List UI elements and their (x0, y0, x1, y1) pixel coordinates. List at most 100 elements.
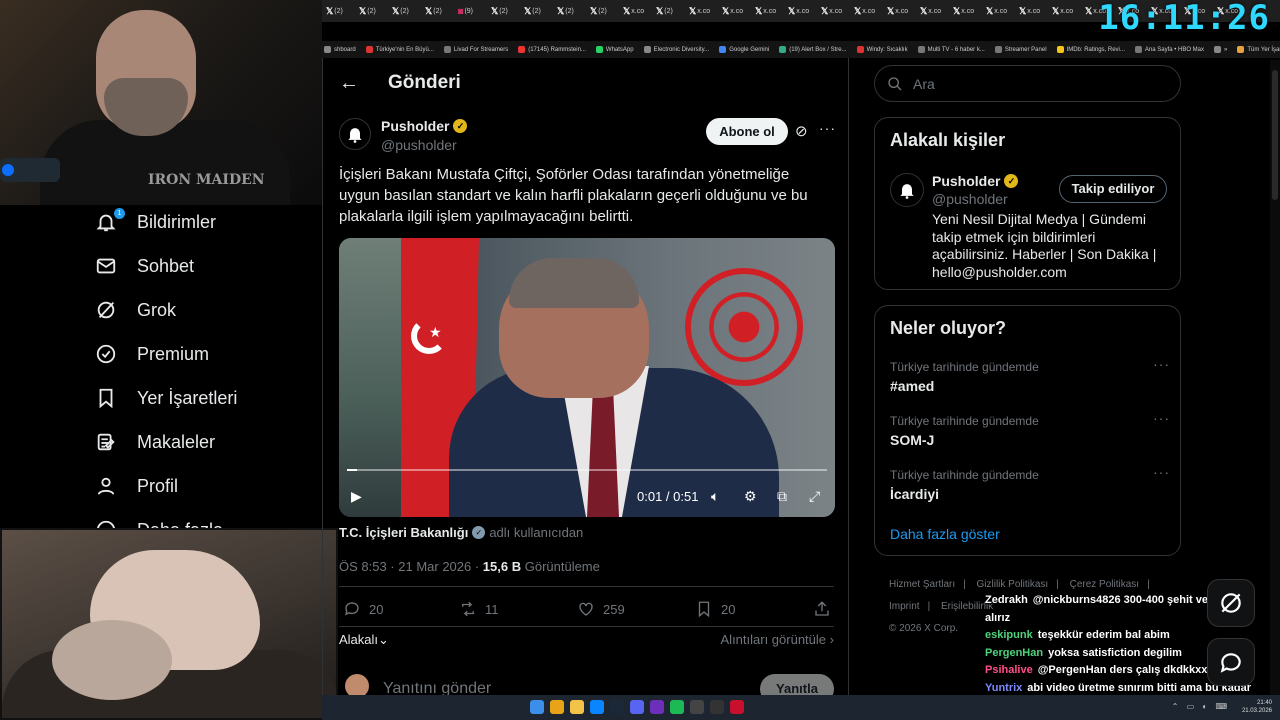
show-more-link[interactable]: Daha fazla göster (890, 526, 1000, 542)
taskbar-clock[interactable]: 21:40 21.03.2026 (1242, 699, 1272, 715)
nav-premium[interactable]: Premium (95, 332, 322, 376)
folder-icon[interactable] (570, 700, 584, 714)
more-options-icon[interactable]: ··· (1153, 464, 1170, 480)
nav-notifications[interactable]: 1 Bildirimler (95, 200, 322, 244)
bookmark-item[interactable]: Windy: Sıcaklık (856, 46, 908, 53)
video-progress-bar[interactable] (347, 469, 827, 471)
sort-dropdown[interactable]: Alakalı⌄ (339, 632, 389, 648)
trend-item[interactable]: Türkiye tarihinde gündemde İcardiyi ··· (890, 464, 1170, 502)
avatar[interactable] (890, 173, 924, 207)
browser-tab[interactable]: 𝕏x.co (753, 2, 784, 20)
chrome-icon[interactable] (550, 700, 564, 714)
like-button[interactable]: 259 (577, 600, 625, 618)
bookmark-item[interactable]: Tüm Yer İşaretleri (1237, 46, 1280, 53)
bookmark-item[interactable]: WhatsApp (595, 46, 634, 53)
bookmark-item[interactable]: shboard (324, 46, 356, 53)
footer-link[interactable]: Çerez Politikası (1070, 579, 1139, 590)
volume-icon[interactable]: 🔈︎ (711, 488, 719, 505)
edge-icon[interactable] (590, 700, 604, 714)
discord-icon[interactable] (630, 700, 644, 714)
bookmark-item[interactable]: IMDb: Ratings, Revi... (1056, 46, 1125, 53)
pip-icon[interactable]: ⧉ (777, 488, 787, 505)
browser-tab[interactable]: 𝕏x.co (852, 2, 883, 20)
reply-submit-button[interactable]: Yanıtla (760, 674, 834, 695)
bookmark-item[interactable]: Google Gemini (719, 46, 769, 53)
more-options-icon[interactable]: ··· (1153, 356, 1170, 372)
author-name-row[interactable]: Pusholder ✓ (381, 118, 468, 134)
more-options-icon[interactable]: ··· (819, 120, 836, 136)
bookmark-item[interactable]: Multi TV - 6 haber k... (917, 46, 985, 53)
subscribe-button[interactable]: Abone ol (706, 118, 788, 145)
search-box[interactable] (874, 65, 1181, 102)
bookmark-button[interactable]: 20 (695, 600, 735, 618)
browser-tab[interactable]: 𝕏 (2) (555, 2, 586, 20)
share-button[interactable] (813, 600, 831, 618)
browser-tab[interactable]: 𝕏x.co (1017, 2, 1048, 20)
author-name[interactable]: Pusholder (381, 118, 449, 134)
view-quotes-link[interactable]: Alıntıları görüntüle › (721, 632, 834, 647)
fullscreen-icon[interactable]: ⤢ (809, 488, 820, 505)
browser-tab[interactable]: 𝕏x.co (621, 2, 652, 20)
browser-tab[interactable]: ◙ (9) (456, 2, 487, 20)
browser-tab[interactable]: 𝕏x.co (918, 2, 949, 20)
steam-icon[interactable] (610, 700, 624, 714)
nav-profile[interactable]: Profil (95, 464, 322, 508)
repost-button[interactable]: 11 (459, 600, 499, 618)
system-tray[interactable]: ⌃ ▭ ◐ ⌨ (1172, 702, 1230, 711)
bookmark-item[interactable]: Electronic Diversity... (643, 46, 709, 53)
browser-tab[interactable]: 𝕏x.co (720, 2, 751, 20)
browser-tab[interactable]: 𝕏 (2) (324, 2, 355, 20)
browser-tab[interactable]: 𝕏 (2) (423, 2, 454, 20)
bookmark-item[interactable]: Türkiye'nin En Büyü... (365, 46, 434, 53)
more-options-icon[interactable]: ··· (1153, 410, 1170, 426)
browser-tab[interactable]: 𝕏x.co (951, 2, 982, 20)
avatar[interactable] (339, 118, 371, 150)
start-icon[interactable] (530, 700, 544, 714)
browser-tab[interactable]: 𝕏 (2) (588, 2, 619, 20)
reply-button[interactable]: 20 (343, 600, 383, 618)
grok-float-button[interactable] (1207, 579, 1255, 627)
browser-tab[interactable]: 𝕏x.co (819, 2, 850, 20)
settings-icon[interactable]: ⚙ (744, 488, 757, 505)
grok-explain-icon[interactable]: ⊘ (795, 122, 808, 140)
app-icon[interactable] (650, 700, 664, 714)
app-icon[interactable] (730, 700, 744, 714)
browser-tab[interactable]: 𝕏 (2) (654, 2, 685, 20)
messages-float-button[interactable] (1207, 638, 1255, 686)
footer-link[interactable]: Imprint (889, 601, 920, 612)
following-button[interactable]: Takip ediliyor (1059, 175, 1167, 203)
bookmark-item[interactable]: (19) Alert Box / Stre... (779, 46, 847, 53)
page-scrollbar[interactable] (1270, 60, 1280, 695)
search-input[interactable] (913, 75, 1153, 92)
reply-input[interactable]: Yanıtını gönder (383, 680, 491, 695)
spotify-icon[interactable] (670, 700, 684, 714)
browser-tab[interactable]: 𝕏 (2) (489, 2, 520, 20)
footer-link[interactable]: Hizmet Şartları (889, 579, 955, 590)
related-name[interactable]: Pusholder (932, 173, 1000, 189)
nav-articles[interactable]: Makaleler (95, 420, 322, 464)
nav-bookmarks[interactable]: Yer İşaretleri (95, 376, 322, 420)
back-arrow-icon[interactable]: ← (337, 72, 361, 96)
scrollbar-thumb[interactable] (1272, 70, 1278, 200)
browser-tab[interactable]: 𝕏 (2) (522, 2, 553, 20)
source-account[interactable]: T.C. İçişleri Bakanlığı (339, 525, 468, 540)
browser-tab[interactable]: 𝕏x.co (687, 2, 718, 20)
browser-tab[interactable]: 𝕏x.co (984, 2, 1015, 20)
nav-chat[interactable]: Sohbet (95, 244, 322, 288)
trend-item[interactable]: Türkiye tarihinde gündemde SOM-J ··· (890, 410, 1170, 448)
author-handle[interactable]: @pusholder (381, 137, 457, 153)
bookmark-item[interactable]: Livad For Streamers (443, 46, 508, 53)
obs-icon[interactable] (710, 700, 724, 714)
related-name-row[interactable]: Pusholder ✓ (932, 173, 1019, 189)
nav-grok[interactable]: Grok (95, 288, 322, 332)
epic-icon[interactable] (690, 700, 704, 714)
bookmark-item[interactable]: (17145) Rammstein... (518, 46, 586, 53)
video-player[interactable]: ★ ▶ 0:01 / 0:51 🔈︎ ⚙ ⧉ ⤢ (339, 238, 835, 517)
browser-tab[interactable]: 𝕏x.co (885, 2, 916, 20)
browser-tab[interactable]: 𝕏 (2) (390, 2, 421, 20)
bookmark-item[interactable]: Streamer Panel (994, 46, 1047, 53)
post-timestamp[interactable]: ÖS 8:53 · 21 Mar 2026 · (339, 559, 483, 574)
browser-tab[interactable]: 𝕏 (2) (357, 2, 388, 20)
bookmark-item[interactable]: » (1214, 46, 1227, 53)
browser-tab[interactable]: 𝕏x.co (1050, 2, 1081, 20)
